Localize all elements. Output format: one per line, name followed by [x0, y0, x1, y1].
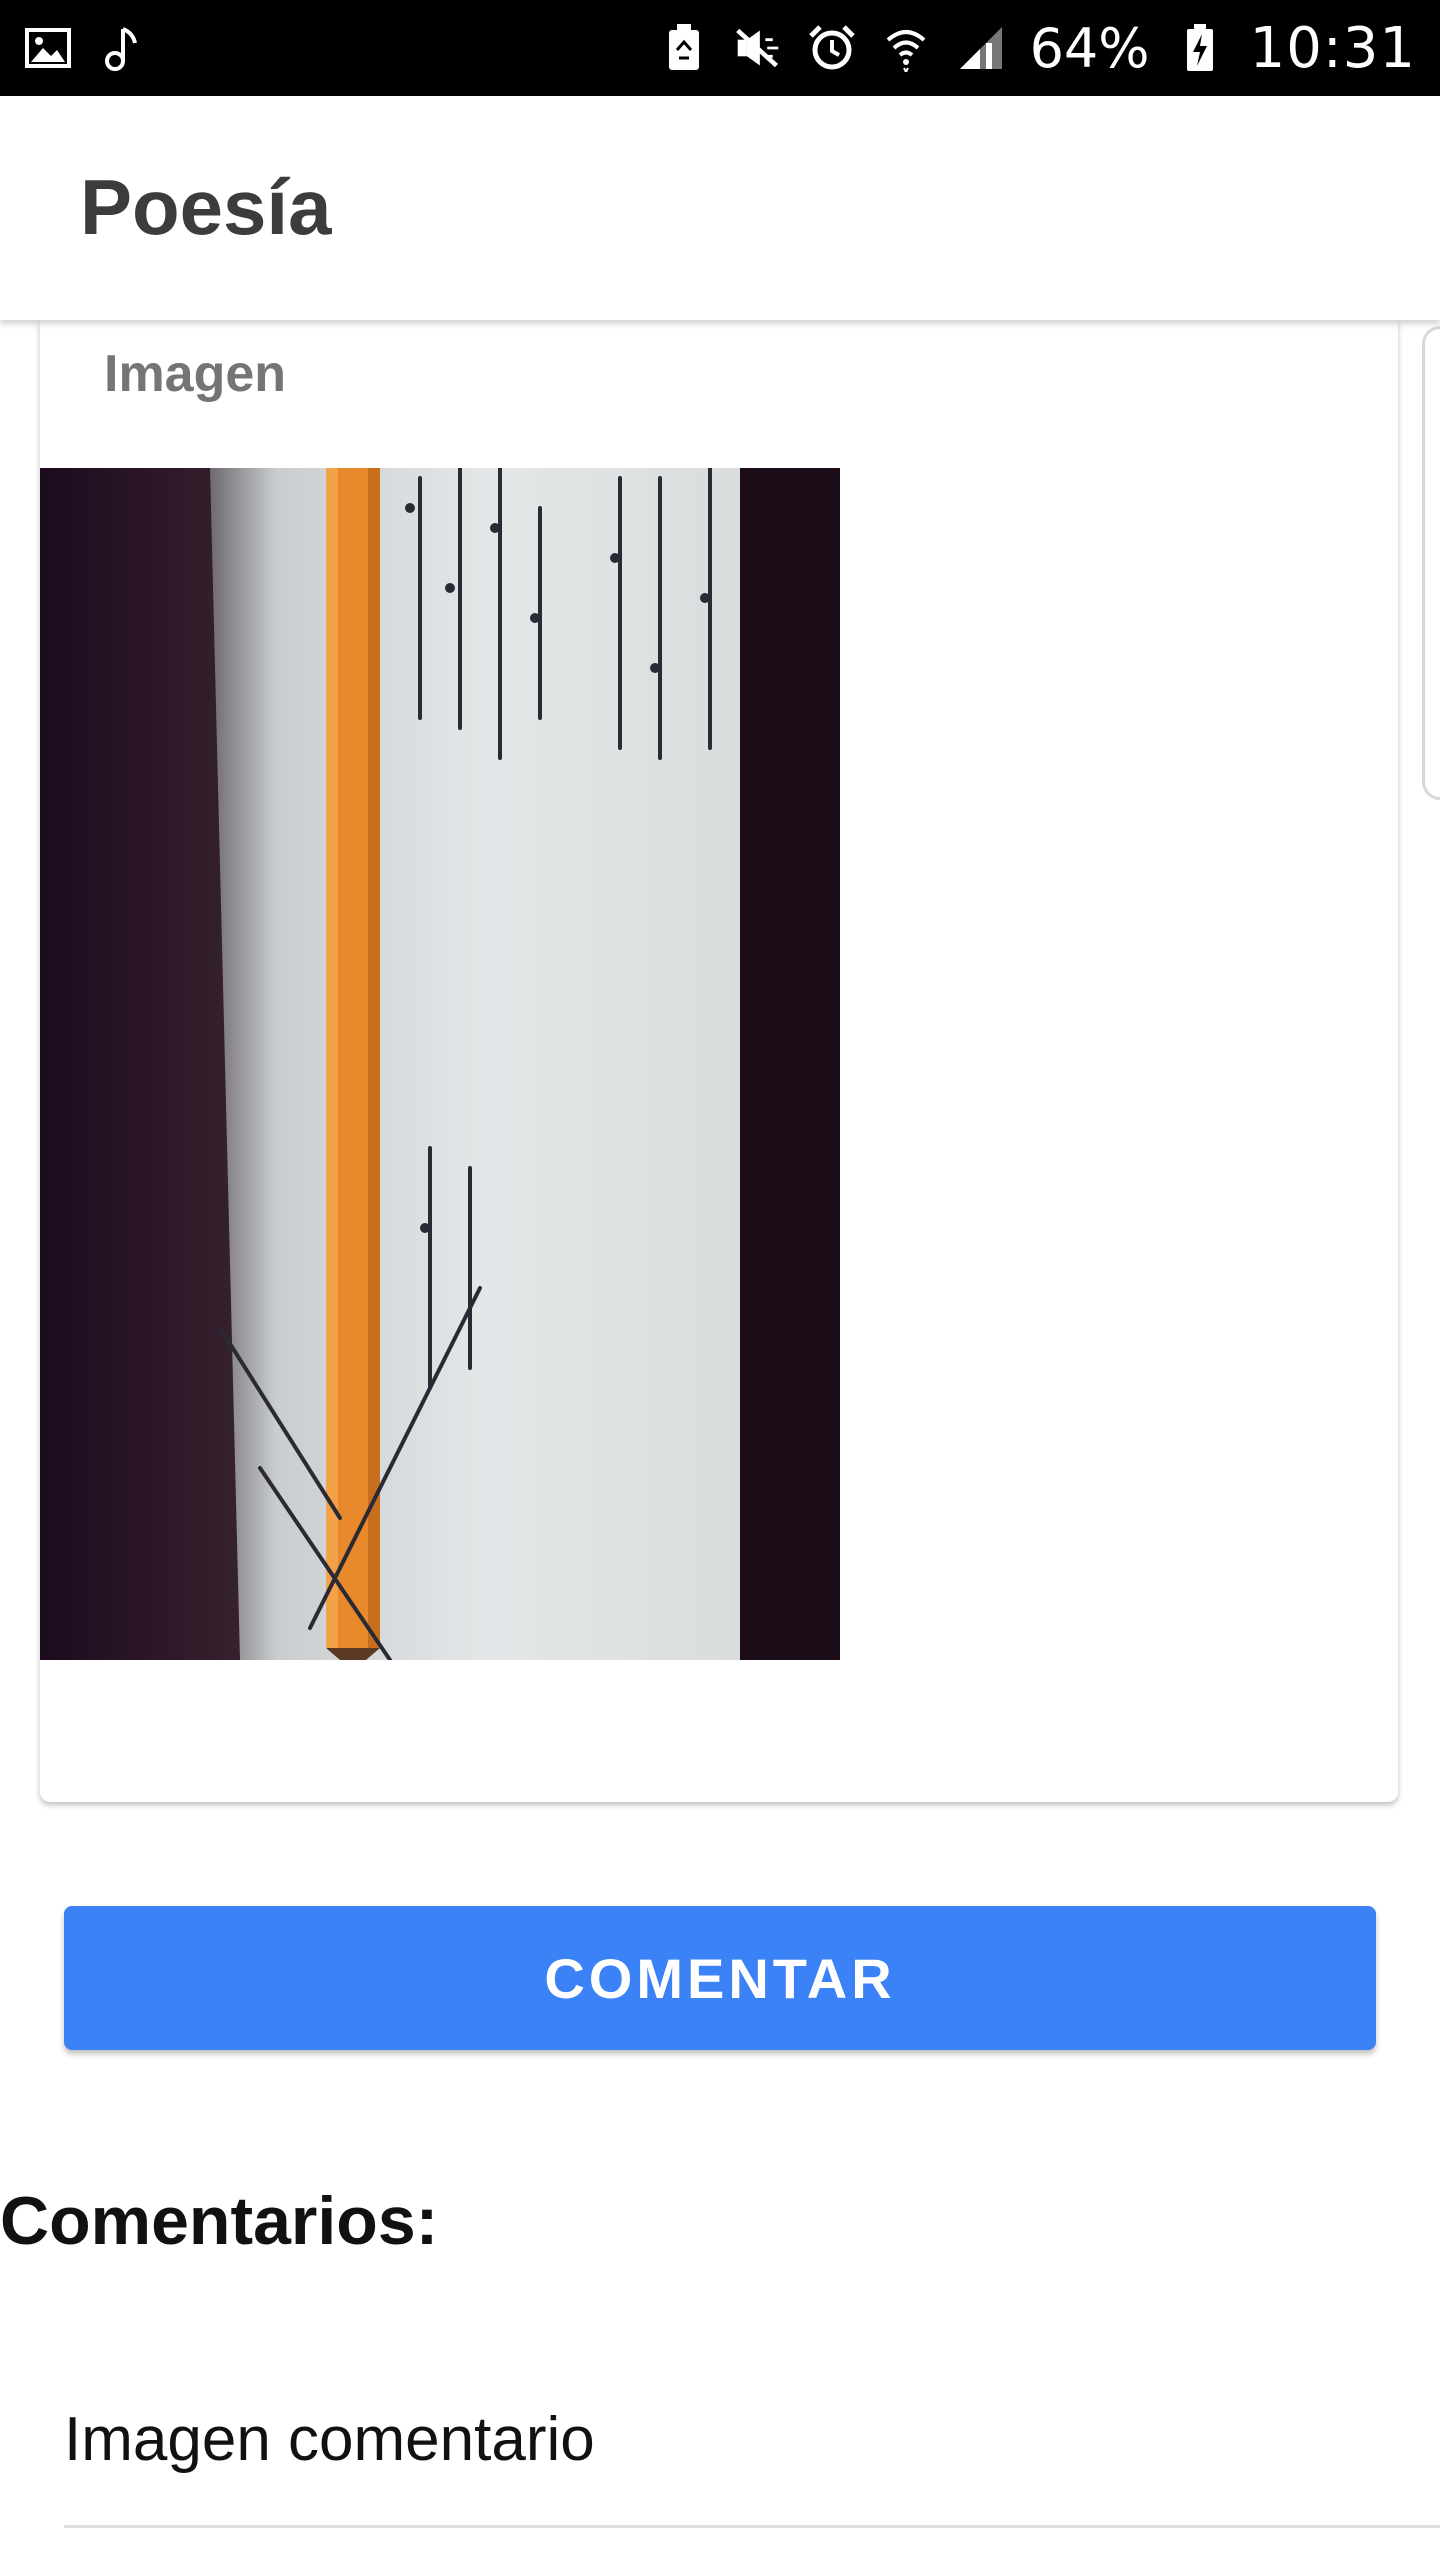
music-note-icon — [98, 24, 146, 72]
battery-saver-icon — [660, 24, 708, 72]
gallery-icon — [24, 24, 72, 72]
poem-photo-illustration — [40, 468, 840, 1660]
status-bar: 64% 10:31 — [0, 0, 1440, 96]
mute-icon — [734, 24, 782, 72]
poem-photo[interactable] — [40, 468, 840, 1660]
comments-section-title: Comentarios: — [0, 2183, 439, 2259]
comment-text: Imagen comentario — [64, 2405, 595, 2474]
status-bar-right: 64% 10:31 — [660, 16, 1416, 81]
card-label: Imagen — [104, 345, 287, 403]
page-title: Poesía — [80, 163, 332, 251]
scroll-indicator[interactable] — [1422, 326, 1440, 800]
signal-icon — [956, 24, 1004, 72]
status-time: 10:31 — [1249, 15, 1416, 81]
image-card: Imagen — [40, 320, 1398, 1802]
status-bar-left — [24, 24, 146, 72]
comment-button[interactable]: COMENTAR — [64, 1906, 1376, 2050]
wifi-icon — [882, 24, 930, 72]
battery-percent: 64% — [1029, 16, 1150, 80]
alarm-icon — [808, 24, 856, 72]
list-item[interactable]: Imagen comentario — [64, 2390, 1440, 2528]
app-bar: Poesía — [0, 96, 1440, 320]
battery-charging-icon — [1176, 24, 1224, 72]
